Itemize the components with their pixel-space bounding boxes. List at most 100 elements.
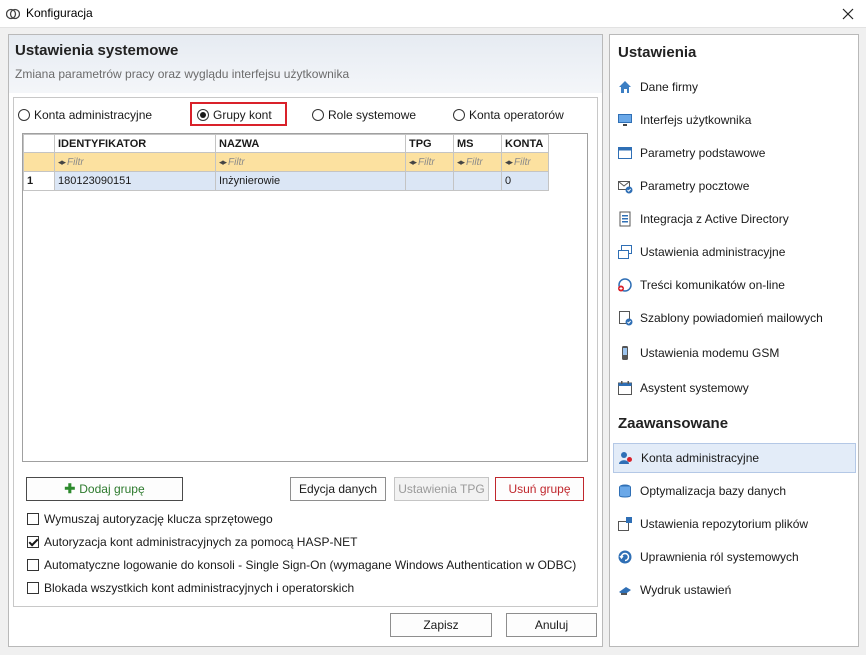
monitor-icon <box>618 114 632 126</box>
filter-cell-ms[interactable]: ◂▸ Filtr <box>453 152 502 172</box>
sidebar-item-modem-gsm[interactable]: Ustawienia modemu GSM <box>613 338 856 368</box>
delete-group-button[interactable]: Usuń grupę <box>495 477 584 501</box>
mail-check-icon <box>618 181 633 194</box>
sidebar-item-label: Integracja z Active Directory <box>640 212 789 226</box>
message-plus-icon <box>618 278 632 292</box>
radio-label: Grupy kont <box>213 108 272 122</box>
filter-arrows-icon: ◂▸ <box>505 156 513 167</box>
column-header-tpg[interactable]: TPG <box>405 134 454 153</box>
phone-icon <box>622 346 628 360</box>
sidebar-item-interfejs[interactable]: Interfejs użytkownika <box>613 105 856 135</box>
add-group-button[interactable]: ✚ Dodaj grupę <box>26 477 183 501</box>
column-header-nazwa[interactable]: NAZWA <box>215 134 406 153</box>
filter-arrows-icon: ◂▸ <box>457 156 465 167</box>
cancel-button[interactable]: Anuluj <box>506 613 597 637</box>
sidebar-item-label: Treści komunikatów on-line <box>640 278 785 292</box>
house-icon <box>619 81 631 93</box>
cell-identyfikator: 180123090151 <box>54 171 216 191</box>
directory-icon <box>619 211 631 227</box>
radio-grupy-kont[interactable]: Grupy kont <box>197 108 272 122</box>
column-header-identyfikator[interactable]: IDENTYFIKATOR <box>54 134 216 153</box>
filter-arrows-icon: ◂▸ <box>409 156 417 167</box>
sidebar-item-parametry-pocztowe[interactable]: Parametry pocztowe <box>613 171 856 201</box>
sidebar-item-label: Ustawienia modemu GSM <box>640 346 780 360</box>
sidebar-item-label: Szablony powiadomień mailowych <box>640 311 823 325</box>
radio-indicator <box>453 109 465 121</box>
content-box: Konta administracyjne Grupy kont Role sy… <box>13 97 598 607</box>
sidebar-item-konta-administracyjne[interactable]: Konta administracyjne <box>613 443 856 473</box>
tpg-settings-button[interactable]: Ustawienia TPG <box>394 477 489 501</box>
checkbox-label: Automatyczne logowanie do konsoli - Sing… <box>44 558 577 572</box>
sidebar-item-asystent-systemowy[interactable]: Asystent systemowy <box>613 373 856 403</box>
filter-arrows-icon: ◂▸ <box>219 156 227 167</box>
filter-cell-nazwa[interactable]: ◂▸ Filtr <box>215 152 406 172</box>
sidebar-item-label: Parametry pocztowe <box>640 179 750 193</box>
window-titlebar: Konfiguracja <box>0 0 866 28</box>
sidebar-item-parametry-podstawowe[interactable]: Parametry podstawowe <box>613 138 856 168</box>
users-icon <box>619 452 632 464</box>
sidebar-item-optymalizacja-bazy[interactable]: Optymalizacja bazy danych <box>613 476 856 506</box>
sidebar-item-dane-firmy[interactable]: Dane firmy <box>613 72 856 102</box>
checkbox-indicator <box>27 536 39 548</box>
checkbox-block-accounts[interactable]: Blokada wszystkich kont administracyjnyc… <box>27 581 354 595</box>
close-icon[interactable] <box>838 4 858 24</box>
radio-konta-operatorow[interactable]: Konta operatorów <box>453 108 564 122</box>
radio-indicator <box>197 109 209 121</box>
filter-cell-konta[interactable]: ◂▸ Filtr <box>501 152 549 172</box>
sidebar-item-label: Dane firmy <box>640 80 699 94</box>
checkbox-hardware-key[interactable]: Wymuszaj autoryzację klucza sprzętowego <box>27 512 273 526</box>
radio-label: Konta administracyjne <box>34 108 153 122</box>
print-icon <box>619 587 631 595</box>
row-number-header <box>23 134 55 153</box>
sidebar-item-label: Uprawnienia ról systemowych <box>640 550 799 564</box>
table-row[interactable]: 1 180123090151 Inżynierowie 0 <box>23 171 549 191</box>
cell-ms <box>453 171 502 191</box>
sidebar-item-repozytorium-plikow[interactable]: Ustawienia repozytorium plików <box>613 509 856 539</box>
checkbox-indicator <box>27 559 39 571</box>
checkbox-label: Autoryzacja kont administracyjnych za po… <box>44 535 358 549</box>
sidebar-item-szablony-powiadomien[interactable]: Szablony powiadomień mailowych <box>613 303 856 333</box>
row-number: 1 <box>23 171 55 191</box>
sidebar-item-label: Asystent systemowy <box>640 381 749 395</box>
sidebar-section-zaawansowane: Zaawansowane <box>618 415 729 432</box>
checkbox-single-sign-on[interactable]: Automatyczne logowanie do konsoli - Sing… <box>27 558 576 572</box>
refresh-icon <box>618 550 632 564</box>
cell-konta: 0 <box>501 171 549 191</box>
repository-icon <box>618 517 632 531</box>
sidebar-item-wydruk-ustawien[interactable]: Wydruk ustawień <box>613 575 856 605</box>
sidebar-item-tresci-komunikatow[interactable]: Treści komunikatów on-line <box>613 270 856 300</box>
filter-cell-tpg[interactable]: ◂▸ Filtr <box>405 152 454 172</box>
sidebar-item-label: Parametry podstawowe <box>640 146 766 160</box>
checkbox-label: Blokada wszystkich kont administracyjnyc… <box>44 581 355 595</box>
sidebar-item-label: Interfejs użytkownika <box>640 113 752 127</box>
window-icon <box>618 147 632 159</box>
sidebar-section-ustawienia: Ustawienia <box>618 44 697 61</box>
edit-data-button[interactable]: Edycja danych <box>290 477 386 501</box>
app-logo-icon <box>6 8 20 20</box>
column-header-ms[interactable]: MS <box>453 134 502 153</box>
checkbox-hasp-net[interactable]: Autoryzacja kont administracyjnych za po… <box>27 535 357 549</box>
page-title: Ustawienia systemowe <box>15 42 179 59</box>
radio-konta-administracyjne[interactable]: Konta administracyjne <box>18 108 152 122</box>
sidebar-item-ustawienia-administracyjne[interactable]: Ustawienia administracyjne <box>613 237 856 267</box>
radio-indicator <box>18 109 30 121</box>
sidebar-item-label: Konta administracyjne <box>641 451 760 465</box>
radio-role-systemowe[interactable]: Role systemowe <box>312 108 416 122</box>
database-icon <box>619 484 631 498</box>
window-title: Konfiguracja <box>26 6 93 20</box>
cell-tpg <box>405 171 454 191</box>
grid-filter-row: ◂▸ Filtr ◂▸ Filtr ◂▸ Filtr ◂▸ Filtr ◂▸ Filtr <box>23 152 549 172</box>
column-header-konta[interactable]: KONTA <box>501 134 549 153</box>
page-subtitle: Zmiana parametrów pracy oraz wyglądu int… <box>15 67 350 81</box>
mail-template-icon <box>619 311 633 326</box>
sidebar-item-active-directory[interactable]: Integracja z Active Directory <box>613 204 856 234</box>
save-button[interactable]: Zapisz <box>390 613 492 637</box>
checkbox-label: Wymuszaj autoryzację klucza sprzętowego <box>44 512 273 526</box>
main-panel: Ustawienia systemowe Zmiana parametrów p… <box>8 34 603 647</box>
groups-grid[interactable]: IDENTYFIKATOR NAZWA TPG MS KONTA ◂▸ Filtr… <box>22 133 588 462</box>
sidebar-item-uprawnienia-rol[interactable]: Uprawnienia ról systemowych <box>613 542 856 572</box>
main-header: Ustawienia systemowe Zmiana parametrów p… <box>9 35 602 93</box>
filter-cell-identyfikator[interactable]: ◂▸ Filtr <box>54 152 216 172</box>
sidebar-item-label: Ustawienia administracyjne <box>640 245 786 259</box>
radio-indicator <box>312 109 324 121</box>
